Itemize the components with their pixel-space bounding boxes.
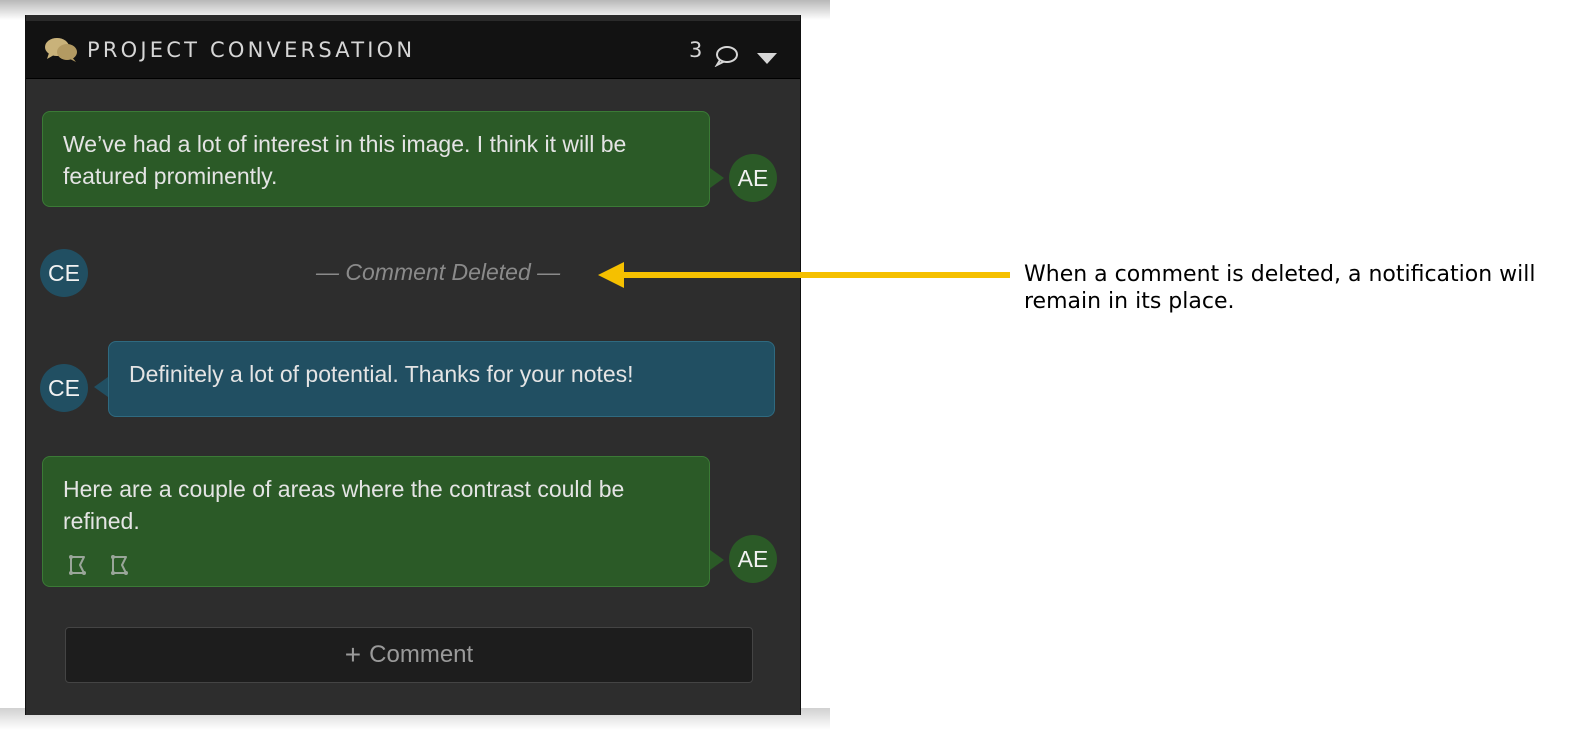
message-tail — [710, 550, 724, 570]
panel-title: PROJECT CONVERSATION — [87, 38, 416, 62]
message-text: We’ve had a lot of interest in this imag… — [63, 131, 627, 189]
conversation-panel: PROJECT CONVERSATION 3 We’ve had a lot o… — [25, 15, 801, 715]
region-marker-icon[interactable] — [66, 553, 90, 577]
deleted-comment-notice: — Comment Deleted — — [316, 259, 561, 285]
add-comment-label: Comment — [369, 641, 474, 668]
comment-count: 3 — [689, 38, 703, 62]
panel-header: PROJECT CONVERSATION 3 — [26, 15, 800, 79]
message-text: Definitely a lot of potential. Thanks fo… — [129, 361, 634, 387]
region-marker-icon[interactable] — [108, 553, 132, 577]
message-bubble: Here are a couple of areas where the con… — [42, 456, 710, 587]
plus-icon: + — [344, 639, 362, 670]
chat-bubbles-icon — [45, 38, 77, 62]
add-comment-button[interactable]: + Comment — [65, 627, 753, 683]
avatar[interactable]: AE — [729, 535, 777, 583]
avatar[interactable]: CE — [40, 364, 88, 412]
chevron-down-icon[interactable] — [756, 51, 778, 65]
annotation-text: When a comment is deleted, a notificatio… — [1024, 262, 1536, 314]
annotation-arrow — [598, 262, 1010, 288]
speech-bubble-icon — [714, 46, 738, 67]
message-text: Here are a couple of areas where the con… — [63, 476, 625, 534]
message-bubble: Definitely a lot of potential. Thanks fo… — [108, 341, 775, 417]
avatar[interactable]: AE — [729, 154, 777, 202]
avatar[interactable]: CE — [40, 249, 88, 297]
message-tail — [710, 168, 724, 188]
message-bubble: We’ve had a lot of interest in this imag… — [42, 111, 710, 207]
message-tail — [94, 377, 108, 397]
